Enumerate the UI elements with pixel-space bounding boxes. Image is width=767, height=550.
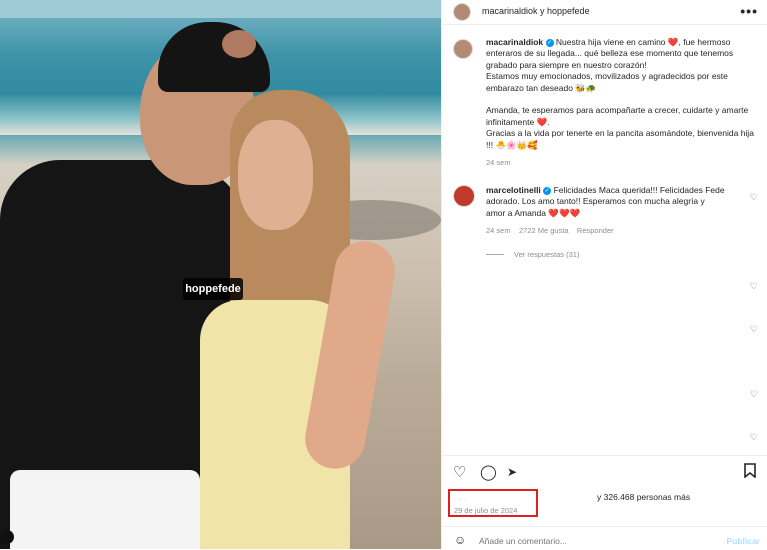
- heart-icon[interactable]: ♡: [750, 432, 758, 443]
- tagged-users-icon[interactable]: [0, 530, 14, 544]
- add-comment-bar: ☺ Publicar: [442, 526, 767, 550]
- divider: [442, 455, 767, 456]
- date-highlight-box: [448, 489, 538, 517]
- heart-icon[interactable]: ♡: [750, 389, 758, 400]
- caption-username[interactable]: macarinaldiok: [486, 37, 543, 47]
- comment-text: marcelotinelli ✓ Felicidades Maca querid…: [486, 185, 726, 237]
- reply-button[interactable]: Responder: [577, 226, 614, 235]
- post-authors[interactable]: macarinaldiok y hoppefede: [482, 6, 590, 16]
- comment-likes[interactable]: 2722 Me gusta: [519, 226, 569, 235]
- verified-icon: ✓: [543, 186, 552, 195]
- avatar[interactable]: [453, 3, 471, 21]
- caption-time: 24 sem: [486, 158, 511, 168]
- share-icon[interactable]: ➤: [507, 465, 517, 479]
- view-replies[interactable]: Ver respuestas (31): [486, 250, 579, 259]
- comment-icon[interactable]: ◯: [480, 463, 497, 481]
- heart-icon[interactable]: ♡: [750, 281, 758, 292]
- comment-avatar[interactable]: [453, 185, 475, 207]
- caption-body-4: Gracias a la vida por tenerte en la panc…: [486, 128, 754, 150]
- bookmark-icon[interactable]: [744, 463, 756, 482]
- publish-button[interactable]: Publicar: [726, 536, 760, 546]
- comment-username[interactable]: marcelotinelli: [486, 185, 541, 195]
- caption-body-3: Amanda, te esperamos para acompañarte a …: [486, 105, 749, 127]
- comment-input[interactable]: [479, 536, 699, 546]
- user-tag[interactable]: hoppefede: [183, 278, 243, 300]
- comment-meta: 24 sem 2722 Me gusta Responder: [486, 225, 726, 236]
- heart-icon[interactable]: ♡: [750, 192, 758, 203]
- caption-text: macarinaldiok ✓ Nuestra hija viene en ca…: [486, 37, 758, 168]
- heart-icon[interactable]: ♡: [453, 463, 466, 481]
- likes-count[interactable]: y 326.468 personas más: [597, 492, 690, 502]
- cap-logo: [222, 30, 256, 58]
- post-panel: macarinaldiok y hoppefede ••• macarinald…: [441, 0, 767, 549]
- verified-icon: ✓: [545, 38, 554, 47]
- post-actions: ♡ ◯ ➤: [453, 463, 758, 481]
- emoji-icon[interactable]: ☺: [454, 533, 466, 547]
- more-options-icon[interactable]: •••: [740, 3, 758, 19]
- divider: [442, 24, 767, 25]
- post-header: macarinaldiok y hoppefede •••: [442, 0, 767, 24]
- man-cap: [158, 22, 270, 92]
- comment-time: 24 sem: [486, 226, 511, 236]
- heart-icon[interactable]: ♡: [750, 324, 758, 335]
- caption-avatar[interactable]: [453, 39, 473, 59]
- post-photo[interactable]: hoppefede: [0, 0, 441, 549]
- woman-face: [238, 120, 313, 230]
- photo-sky: [0, 0, 441, 18]
- replies-line: [486, 254, 504, 255]
- caption-body-2: Estamos muy emocionados, movilizados y a…: [486, 71, 728, 93]
- man-shorts: [10, 470, 200, 549]
- view-replies-label[interactable]: Ver respuestas (31): [514, 250, 579, 259]
